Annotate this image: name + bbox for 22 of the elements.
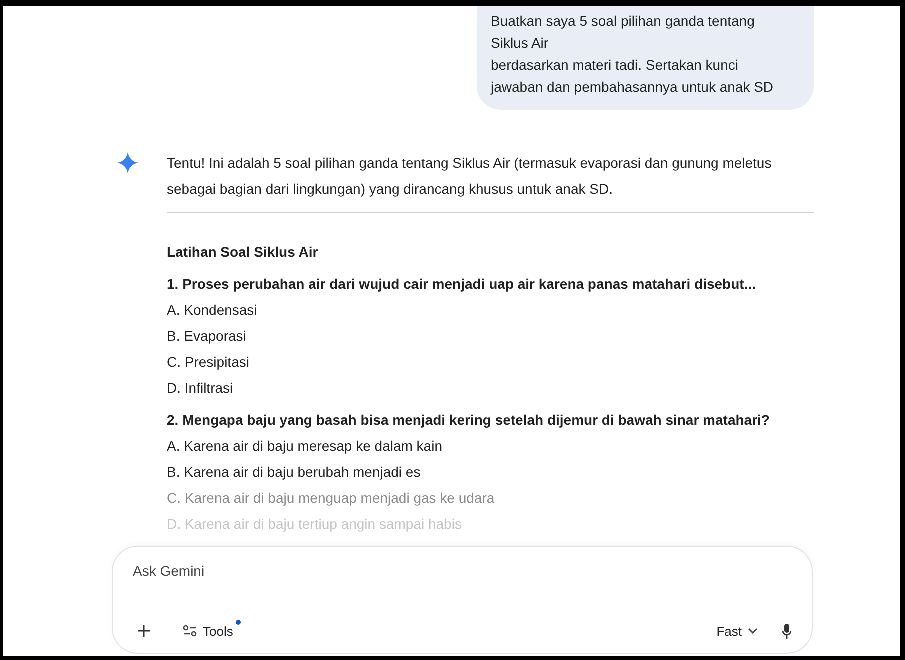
plus-icon [137,624,151,638]
sliders-icon [183,625,197,638]
message-line: jawaban dan pembahasannya untuk anak SD [491,78,775,97]
prompt-field[interactable]: Ask Gemini [133,561,796,582]
answer-option: A. Karena air di baju meresap ke dalam kain [167,433,814,459]
answer-option: C. Presipitasi [167,349,814,375]
message-line: berdasarkan materi tadi. Sertakan kunci [491,56,740,75]
answer-option: A. Kondensasi [167,297,814,323]
answer-option: D. Karena air di baju tertiup angin sampai habis [167,511,814,537]
mode-dropdown[interactable]: Fast [712,620,762,643]
question-text: 1. Proses perubahan air dari wujud cair menjadi uap air karena panas matahari disebut... [167,275,757,294]
answer-option: B. Karena air di baju berubah menjadi es [167,459,814,485]
question-text: 2. Mengapa baju yang basah bisa menjadi kering setelah dijemur di bawah sinar matahari? [167,411,771,430]
chevron-down-icon [748,628,758,634]
tools-button[interactable]: Tools [179,620,238,643]
microphone-icon [782,624,792,639]
response-text: Tentu! Ini adalah 5 soal pilihan ganda tentang Siklus Air (termasuk evaporasi dan gunung meletus sebagai bagian dari lingkungan) yang dirancang khusus untuk anak SD. [167,154,773,199]
answer-option: C. Karena air di baju menguap menjadi gas ke udara [167,485,814,511]
section-heading: Latihan Soal Siklus Air [167,243,320,262]
sparkle-icon [117,152,139,174]
answer-option: B. Evaporasi [167,323,814,349]
answer-option: D. Infiltrasi [167,375,814,401]
